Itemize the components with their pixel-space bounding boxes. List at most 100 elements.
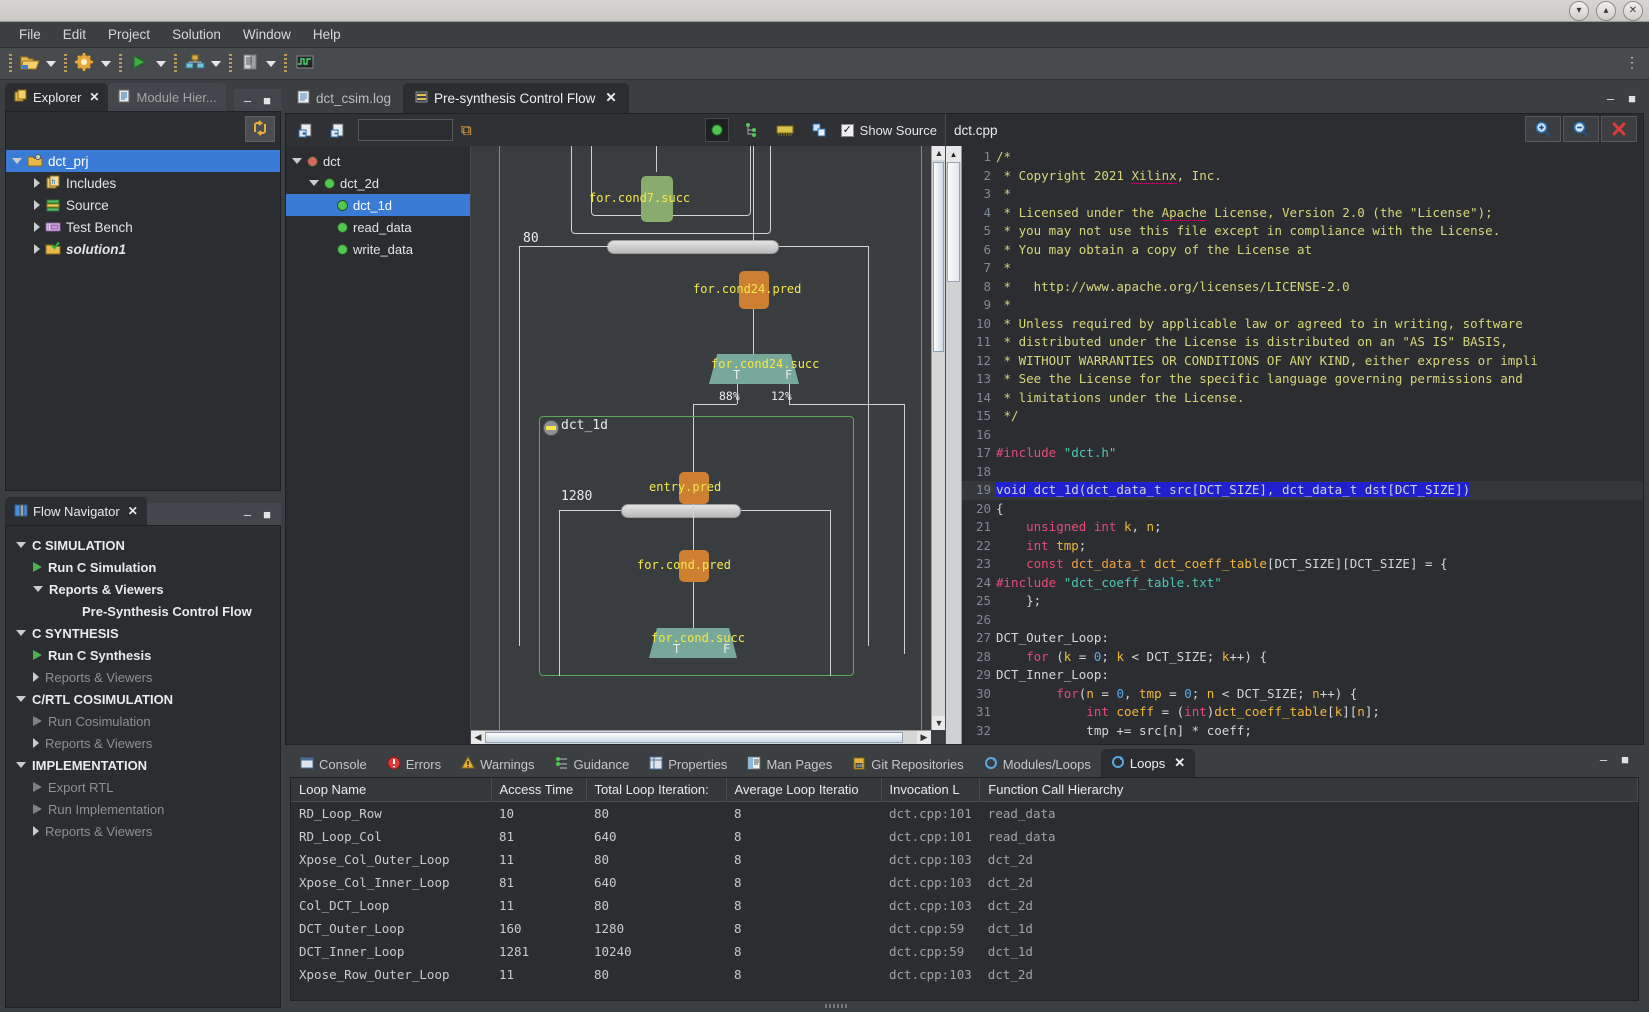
maximize-icon[interactable]: ■: [263, 93, 271, 108]
close-icon[interactable]: ✕: [128, 504, 138, 518]
chevron-right-icon[interactable]: [33, 672, 39, 682]
collapse-all-button[interactable]: [326, 118, 350, 142]
scroll-left-arrow[interactable]: ◀: [471, 730, 485, 744]
fit-view-button[interactable]: [807, 118, 831, 142]
flow-nav-item-run-cosimulation[interactable]: Run Cosimulation: [16, 710, 270, 732]
menu-solution[interactable]: Solution: [161, 24, 232, 45]
table-row[interactable]: Col_DCT_Loop 11 80 8 dct.cpp:103 dct_2d: [291, 894, 1638, 917]
scroll-down-arrow[interactable]: ▼: [932, 716, 945, 730]
flow-nav-item-run-c-synthesis[interactable]: Run C Synthesis: [16, 644, 270, 666]
toolbar-overflow-button[interactable]: ⋮: [1625, 54, 1639, 71]
close-icon[interactable]: ✕: [89, 90, 99, 104]
checkbox-box[interactable]: ✓: [840, 123, 854, 137]
report-button[interactable]: [237, 53, 279, 74]
code-line[interactable]: 21 unsigned int k, n;: [962, 518, 1643, 537]
cfg-function-dct_2d[interactable]: dct_2d: [286, 172, 470, 194]
show-source-checkbox[interactable]: ✓ Show Source: [840, 123, 937, 138]
flow-nav-item-export-rtl[interactable]: Export RTL: [16, 776, 270, 798]
tree-item-solution1[interactable]: solution1: [6, 238, 280, 260]
code-line[interactable]: 6 * You may obtain a copy of the License…: [962, 241, 1643, 260]
memory-button[interactable]: [773, 118, 797, 142]
code-line[interactable]: 31 int coeff = (int)dct_coeff_table[k][n…: [962, 703, 1643, 722]
code-line[interactable]: 7 *: [962, 259, 1643, 278]
menu-edit[interactable]: Edit: [52, 24, 97, 45]
flow-nav-item-pre-synthesis-control-flow[interactable]: Pre-Synthesis Control Flow: [16, 600, 270, 622]
column-header[interactable]: Loop Name: [291, 778, 492, 802]
graph-node-for-cond-pred[interactable]: [679, 550, 709, 582]
table-row[interactable]: DCT_Outer_Loop 160 1280 8 dct.cpp:59 dct_1d: [291, 917, 1638, 940]
tab-module-hierarchy[interactable]: Module Hier...: [108, 83, 226, 111]
minimize-icon[interactable]: –: [244, 93, 251, 108]
code-line[interactable]: 8 * http://www.apache.org/licenses/LICEN…: [962, 278, 1643, 297]
run-play-icon[interactable]: [33, 782, 42, 792]
column-header[interactable]: Total Loop Iteration:: [586, 778, 727, 802]
close-icon[interactable]: ✕: [605, 90, 616, 106]
maximize-icon[interactable]: ■: [1628, 91, 1636, 106]
code-line[interactable]: 4 * Licensed under the Apache License, V…: [962, 204, 1643, 223]
source-vertical-scrollbar[interactable]: ▲: [946, 146, 962, 744]
resize-grip[interactable]: [824, 1004, 847, 1008]
scroll-right-arrow[interactable]: ▶: [917, 730, 931, 744]
expand-all-button[interactable]: [294, 118, 318, 142]
analysis-button[interactable]: [182, 53, 224, 74]
menu-file[interactable]: File: [8, 24, 52, 45]
code-line[interactable]: 28 for (k = 0; k < DCT_SIZE; k++) {: [962, 648, 1643, 667]
chevron-down-icon[interactable]: [12, 158, 22, 164]
chevron-down-icon[interactable]: [292, 158, 302, 164]
node-highlight-button[interactable]: [704, 118, 729, 142]
tree-item-dct-prj[interactable]: dct_prj: [6, 150, 280, 172]
cfg-function-read_data[interactable]: read_data: [286, 216, 470, 238]
code-line[interactable]: 15 */: [962, 407, 1643, 426]
code-line[interactable]: 14 * limitations under the License.: [962, 389, 1643, 408]
tree-item-includes[interactable]: h Includes: [6, 172, 280, 194]
code-line[interactable]: 24 #include "dct_coeff_table.txt": [962, 574, 1643, 593]
maximize-icon[interactable]: ■: [1621, 752, 1629, 767]
minimize-icon[interactable]: –: [1600, 752, 1607, 767]
code-line[interactable]: 32 tmp += src[n] * coeff;: [962, 722, 1643, 741]
close-icon[interactable]: ✕: [1174, 755, 1185, 771]
bottom-tab-git-repositories[interactable]: GIT Git Repositories: [842, 751, 973, 777]
table-row[interactable]: Xpose_Row_Outer_Loop 11 80 8 dct.cpp:103 dct_…: [291, 963, 1638, 986]
code-line[interactable]: 22 int tmp;: [962, 537, 1643, 556]
cfg-filter-input[interactable]: [358, 119, 453, 141]
code-line[interactable]: 19 void dct_1d(dct_data_t src[DCT_SIZE], …: [962, 481, 1643, 500]
settings-button[interactable]: [72, 53, 114, 74]
scroll-up-arrow[interactable]: ▲: [946, 146, 961, 162]
chevron-down-icon[interactable]: [266, 60, 276, 67]
cfg-graph-canvas[interactable]: for.cond7.succ 80 for.cond24.pred for.co…: [471, 146, 945, 744]
column-header[interactable]: Function Call Hierarchy: [979, 778, 1638, 802]
cfg-horizontal-scrollbar[interactable]: ◀ ▶: [471, 730, 931, 744]
bottom-tab-man-pages[interactable]: Man Pages: [737, 751, 842, 777]
chevron-right-icon[interactable]: [34, 244, 40, 254]
flow-nav-item-reports-viewers[interactable]: Reports & Viewers: [16, 732, 270, 754]
flow-nav-item-run-implementation[interactable]: Run Implementation: [16, 798, 270, 820]
code-line[interactable]: 17 #include "dct.h": [962, 444, 1643, 463]
flow-nav-item-reports-viewers[interactable]: Reports & Viewers: [16, 820, 270, 842]
source-code[interactable]: 1/* 2 * Copyright 2021 Xilinx, Inc. 3 * 4 *…: [962, 146, 1643, 744]
minimize-icon[interactable]: –: [1607, 91, 1614, 106]
code-line[interactable]: 23 const dct_data_t dct_coeff_table[DCT_…: [962, 555, 1643, 574]
flow-nav-item-c-rtl-cosimulation[interactable]: C/RTL COSIMULATION: [16, 688, 270, 710]
flow-nav-item-implementation[interactable]: IMPLEMENTATION: [16, 754, 270, 776]
column-header[interactable]: Access Time: [491, 778, 587, 802]
run-button[interactable]: [127, 53, 169, 74]
open-project-button[interactable]: [17, 53, 59, 74]
zoom-out-button[interactable]: [1563, 116, 1599, 142]
window-restore-button[interactable]: ▴: [1596, 0, 1616, 21]
tab-explorer[interactable]: Explorer ✕: [5, 83, 109, 111]
bottom-tab-modules-loops[interactable]: Modules/Loops: [974, 751, 1101, 777]
chevron-right-icon[interactable]: [33, 826, 39, 836]
window-minimize-button[interactable]: ▾: [1569, 0, 1589, 21]
menu-help[interactable]: Help: [302, 24, 352, 45]
code-line[interactable]: 27 DCT_Outer_Loop:: [962, 629, 1643, 648]
chevron-right-icon[interactable]: [34, 200, 40, 210]
maximize-icon[interactable]: ■: [263, 507, 271, 522]
scroll-up-arrow[interactable]: ▲: [932, 146, 945, 160]
window-close-button[interactable]: ✕: [1623, 0, 1643, 21]
chevron-down-icon[interactable]: [309, 180, 319, 186]
graph-node-for-cond7-succ[interactable]: [641, 176, 673, 222]
code-line[interactable]: 2 * Copyright 2021 Xilinx, Inc.: [962, 167, 1643, 186]
chevron-right-icon[interactable]: [34, 178, 40, 188]
menu-window[interactable]: Window: [232, 24, 302, 45]
column-header[interactable]: Average Loop Iteratio: [726, 778, 882, 802]
